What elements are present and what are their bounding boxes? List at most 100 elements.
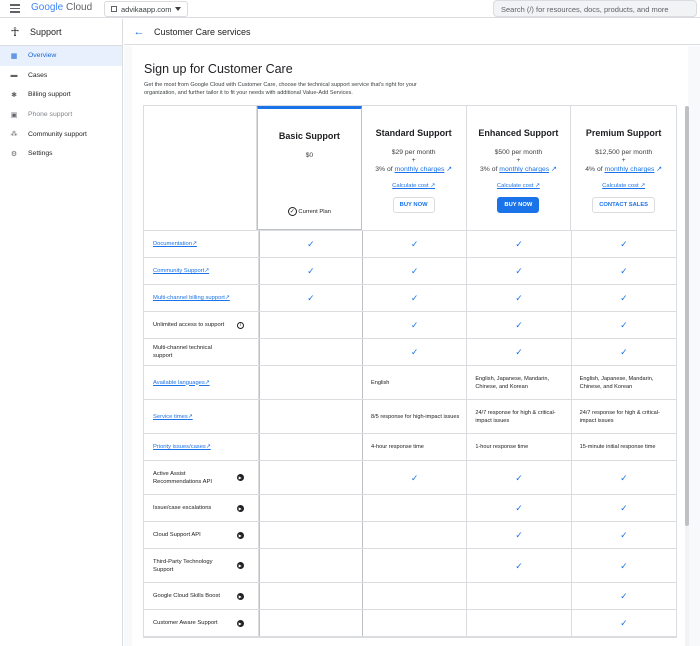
- external-link-icon: ↗: [551, 166, 557, 173]
- table-row: Community Support ↗ ✓ ✓ ✓ ✓: [144, 258, 676, 285]
- table-cell: [258, 434, 363, 460]
- monthly-charges-link[interactable]: monthly charges: [395, 166, 445, 173]
- play-icon[interactable]: ▶: [236, 592, 244, 600]
- sidebar-item-community-support[interactable]: ⁂ Community support: [0, 124, 122, 144]
- table-cell: English, Japanese, Mandarin, Chinese, an…: [579, 375, 654, 390]
- comparison-table: Basic Support $0 ✓ Current Plan Standard Su…: [143, 105, 677, 638]
- sidebar-item-settings[interactable]: ⚙ Settings: [0, 144, 122, 164]
- play-icon[interactable]: ▶: [236, 504, 244, 512]
- feature-cell[interactable]: Documentation ↗: [144, 231, 259, 257]
- page-header-title: Customer Care services: [154, 26, 251, 37]
- external-link-icon: ↗: [192, 241, 197, 247]
- play-icon[interactable]: ▶: [236, 619, 244, 627]
- plan-percent: 4% of monthly charges ↗: [571, 165, 676, 173]
- settings-icon: ⚙: [10, 150, 18, 158]
- plan-price: $29 per month: [391, 149, 436, 156]
- check-icon: ✓: [620, 239, 628, 249]
- play-icon[interactable]: ▶: [236, 474, 244, 481]
- menu-icon[interactable]: [10, 4, 20, 13]
- scrollbar-thumb[interactable]: [685, 106, 689, 526]
- content-area: Sign up for Customer Care Get the most f…: [124, 46, 700, 646]
- plan-column-enhanced-support: Enhanced Support $500 per month +3% of mon…: [467, 106, 572, 230]
- check-icon: ✓: [620, 266, 628, 276]
- feature-label: Issue/case escalations: [153, 505, 212, 511]
- plan-action-button[interactable]: BUY NOW: [497, 197, 540, 213]
- sidebar-item-label: Phone support: [28, 111, 73, 119]
- sidebar-item-overview[interactable]: ▦ Overview: [0, 46, 122, 66]
- check-icon: ✓: [620, 320, 628, 330]
- sidebar-item-billing-support[interactable]: ✱ Billing support: [0, 85, 122, 105]
- table-row: Service times ↗ 8/5 response for high-imp…: [144, 400, 676, 434]
- logo-cloud: Cloud: [66, 2, 93, 13]
- monthly-charges-link[interactable]: monthly charges: [499, 166, 549, 173]
- search-input[interactable]: Search (/) for resources, docs, products…: [493, 0, 697, 17]
- table-cell: 15-minute initial response time: [579, 444, 656, 450]
- calculate-cost-link[interactable]: Calculate cost ↗: [571, 183, 676, 189]
- check-icon: ✓: [467, 549, 572, 582]
- sidebar-item-label: Overview: [28, 52, 57, 60]
- feature-cell[interactable]: Service times ↗: [144, 400, 259, 433]
- check-icon: ✓: [363, 231, 468, 257]
- external-link-icon: ↗: [187, 413, 193, 420]
- page-header: ← Customer Care services: [124, 19, 700, 45]
- calculate-cost-label: Calculate cost: [602, 183, 639, 189]
- feature-cell: Unlimited access to support i: [144, 312, 259, 338]
- play-icon[interactable]: ▶: [236, 562, 244, 569]
- table-cell: 24/7 response for high & critical-impact…: [579, 409, 660, 424]
- signup-card: Sign up for Customer Care Get the most f…: [132, 46, 689, 646]
- feature-label: Multi-channel technical support: [153, 345, 212, 359]
- sidebar-item-label: Billing support: [28, 91, 71, 99]
- external-link-icon: ↗: [204, 268, 210, 274]
- table-cell: [363, 549, 468, 582]
- sidebar-item-phone-support[interactable]: ▣ Phone support: [0, 105, 122, 125]
- check-icon: ✓: [620, 293, 628, 303]
- check-icon: ✓: [620, 560, 628, 571]
- check-icon: ✓: [467, 461, 572, 494]
- table-row: Multi-channel technical support ✓ ✓ ✓: [144, 339, 676, 366]
- table-row: Customer Aware Support ▶ ✓: [144, 610, 676, 637]
- scrollbar[interactable]: [685, 106, 689, 646]
- check-icon: ✓: [620, 530, 628, 540]
- feature-label: Service times: [153, 413, 188, 420]
- check-icon: ✓: [363, 258, 468, 284]
- monthly-charges-link[interactable]: monthly charges: [605, 166, 655, 173]
- check-circle-icon: ✓: [287, 207, 297, 216]
- check-icon: ✓: [467, 312, 572, 338]
- calculate-cost-link[interactable]: Calculate cost ↗: [467, 183, 571, 189]
- page-description: Get the most from Google Cloud with Cust…: [144, 82, 417, 96]
- feature-cell[interactable]: Priority issues/cases ↗: [144, 434, 259, 460]
- current-plan-indicator: ✓ Current Plan: [258, 207, 361, 216]
- table-cell: [363, 610, 468, 636]
- play-icon[interactable]: ▶: [236, 531, 244, 539]
- feature-label: Google Cloud Skills Boost: [153, 593, 221, 599]
- info-icon[interactable]: i: [236, 321, 244, 329]
- check-icon: ✓: [467, 522, 572, 548]
- sidebar-item-cases[interactable]: ▬ Cases: [0, 66, 122, 86]
- people-icon: ⁂: [10, 131, 18, 139]
- calculate-cost-label: Calculate cost: [496, 183, 534, 189]
- feature-label: Unlimited access to support: [153, 322, 225, 328]
- project-picker[interactable]: advikaapp.com: [104, 1, 188, 17]
- back-arrow-icon[interactable]: ←: [124, 26, 154, 38]
- plan-action-button[interactable]: CONTACT SALES: [592, 197, 656, 213]
- table-cell: [258, 339, 364, 365]
- check-icon: ✓: [467, 495, 572, 521]
- feature-cell[interactable]: Community Support ↗: [144, 258, 259, 284]
- external-link-icon: ↗: [656, 166, 662, 173]
- check-icon: ✓: [258, 258, 364, 284]
- table-cell: [258, 549, 364, 582]
- table-cell: [363, 495, 468, 521]
- check-icon: ✓: [363, 285, 468, 311]
- google-cloud-logo[interactable]: Google Cloud: [31, 2, 92, 13]
- feature-cell[interactable]: Multi-channel billing support ↗: [144, 285, 259, 311]
- calculate-cost-link[interactable]: Calculate cost ↗: [362, 183, 466, 189]
- feature-cell[interactable]: Available languages ↗: [144, 366, 259, 399]
- accessibility-icon: ☥: [10, 25, 20, 39]
- gear-icon: ✱: [11, 91, 17, 99]
- plan-column-standard-support: Standard Support $29 per month +3% of mont…: [362, 106, 467, 230]
- plan-plus: +: [621, 157, 626, 164]
- table-cell: English: [363, 366, 468, 399]
- project-name: advikaapp.com: [121, 4, 172, 14]
- sidebar-item-label: Cases: [28, 71, 48, 79]
- plan-action-button[interactable]: BUY NOW: [392, 197, 435, 213]
